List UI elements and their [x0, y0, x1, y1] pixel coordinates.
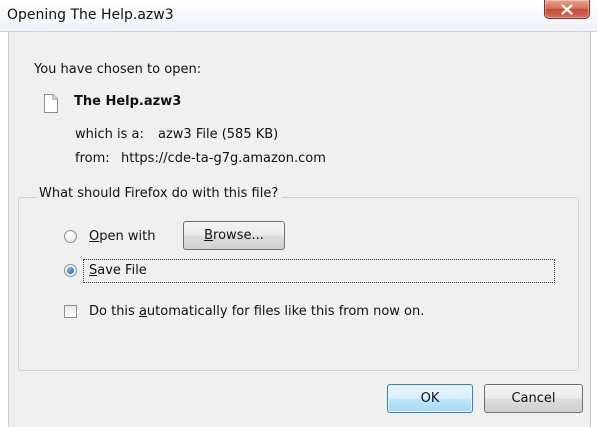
- auto-label[interactable]: Do this automatically for files like thi…: [89, 304, 424, 319]
- ok-button[interactable]: OK: [387, 384, 473, 413]
- window-title: Opening The Help.azw3: [7, 7, 174, 23]
- download-dialog: Opening The Help.azw3 You have chosen to…: [0, 0, 597, 427]
- title-bar[interactable]: Opening The Help.azw3: [0, 0, 597, 32]
- close-button[interactable]: [544, 0, 590, 19]
- auto-checkbox[interactable]: [64, 305, 77, 318]
- file-icon: [44, 94, 58, 113]
- action-group-legend: What should Firefox do with this file?: [37, 186, 283, 201]
- file-source-value: https://cde-ta-g7g.amazon.com: [121, 151, 326, 166]
- file-name: The Help.azw3: [74, 94, 182, 109]
- file-type-label: which is a:: [75, 127, 144, 142]
- open-with-radio[interactable]: [64, 230, 77, 243]
- save-file-radio[interactable]: [64, 264, 77, 277]
- open-with-label[interactable]: Open with: [89, 229, 155, 244]
- save-file-focus-rect: [83, 259, 555, 283]
- file-source-label: from:: [75, 151, 110, 166]
- file-type-value: azw3 File (585 KB): [158, 127, 279, 142]
- action-groupbox: [18, 197, 579, 371]
- save-file-label[interactable]: Save File: [89, 263, 147, 278]
- cancel-button[interactable]: Cancel: [484, 384, 583, 413]
- browse-button[interactable]: Browse...: [183, 221, 285, 250]
- intro-label: You have chosen to open:: [34, 62, 202, 77]
